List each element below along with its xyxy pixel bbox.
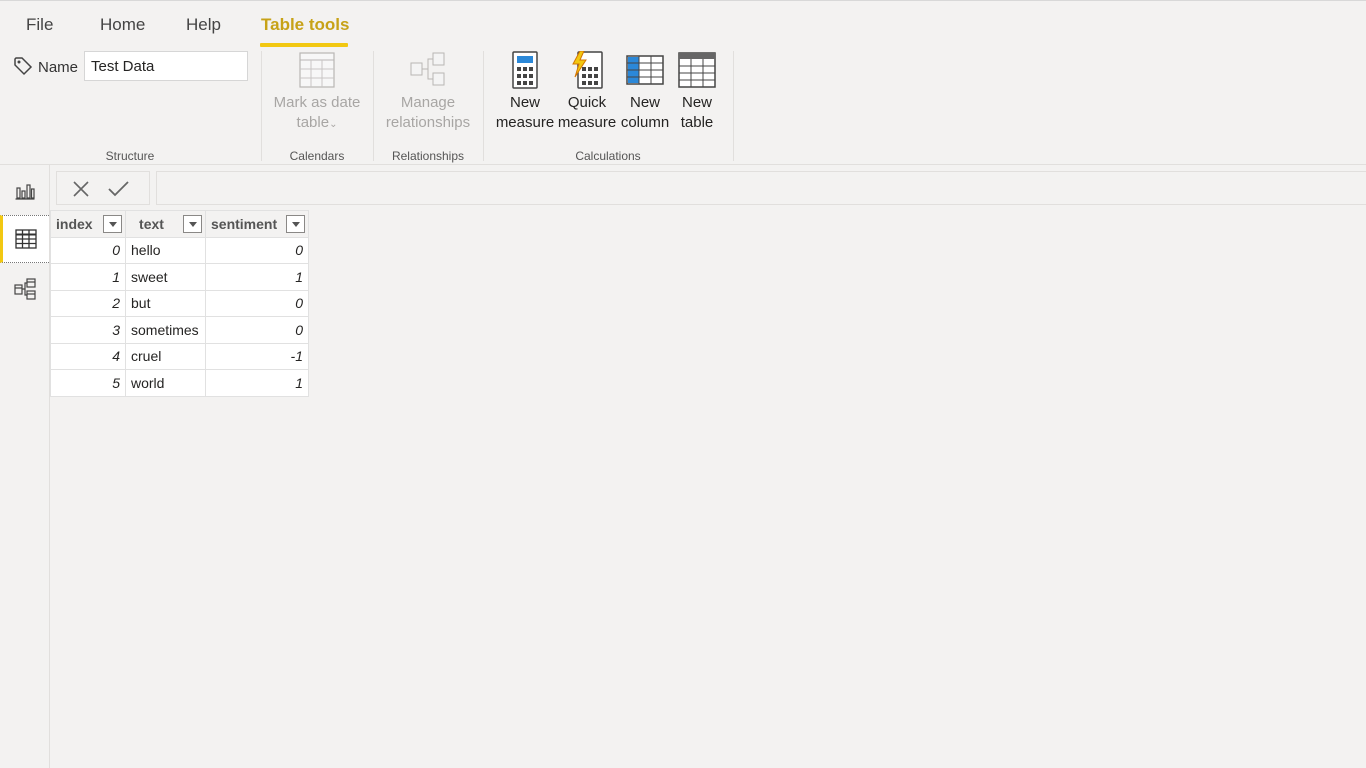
tag-icon <box>14 57 33 76</box>
quick-measure-button[interactable]: Quick measure <box>557 51 617 133</box>
cell-index[interactable]: 1 <box>50 263 126 291</box>
tab-home[interactable]: Home <box>100 15 145 35</box>
table-row: 4 cruel -1 <box>50 342 309 370</box>
mark-as-date-table-button: Mark as date table⌄ <box>270 51 364 135</box>
group-separator <box>261 51 262 161</box>
cancel-formula-icon[interactable] <box>70 179 92 199</box>
formula-input[interactable] <box>156 171 1366 205</box>
manage-label-1: Manage <box>400 94 456 111</box>
left-nav <box>0 165 50 768</box>
model-view-icon <box>13 278 36 300</box>
chevron-down-icon: ⌄ <box>329 119 338 130</box>
new-column-icon <box>626 55 664 85</box>
filter-dropdown-icon[interactable] <box>103 215 122 233</box>
cell-text[interactable]: but <box>125 289 206 317</box>
tab-table-tools[interactable]: Table tools <box>261 15 349 35</box>
column-header-text[interactable]: text <box>125 210 206 238</box>
cell-text[interactable]: sometimes <box>125 316 206 344</box>
table-row: 2 but 0 <box>50 289 309 317</box>
new-table-label-1: New <box>681 94 712 111</box>
table-row: 3 sometimes 0 <box>50 316 309 344</box>
table-header-row: index text sentiment <box>50 210 309 238</box>
cell-index[interactable]: 2 <box>50 289 126 317</box>
new-measure-button[interactable]: New measure <box>494 51 556 133</box>
column-header-label: sentiment <box>211 215 278 232</box>
group-separator <box>373 51 374 161</box>
formula-bar-buttons <box>56 171 150 205</box>
manage-relationships-button: Manage relationships <box>381 51 475 133</box>
relationships-icon <box>410 52 445 86</box>
table-row: 1 sweet 1 <box>50 263 309 291</box>
cell-sentiment[interactable]: -1 <box>205 342 309 370</box>
cell-sentiment[interactable]: 0 <box>205 236 309 264</box>
cell-text[interactable]: sweet <box>125 263 206 291</box>
data-view-icon <box>15 229 37 249</box>
cell-text[interactable]: world <box>125 369 206 397</box>
name-label: Name <box>38 59 79 76</box>
group-label-relationships: Relationships <box>391 149 465 163</box>
menu-bar: File Home Help Table tools <box>0 1 1366 47</box>
new-measure-label-1: New <box>509 94 540 111</box>
filter-dropdown-icon[interactable] <box>286 215 305 233</box>
new-column-button[interactable]: New column <box>618 51 672 133</box>
cell-sentiment[interactable]: 0 <box>205 289 309 317</box>
filter-dropdown-icon[interactable] <box>183 215 202 233</box>
cell-index[interactable]: 3 <box>50 316 126 344</box>
column-header-index[interactable]: index <box>50 210 126 238</box>
cell-text[interactable]: cruel <box>125 342 206 370</box>
cell-sentiment[interactable]: 0 <box>205 316 309 344</box>
cell-text[interactable]: hello <box>125 236 206 264</box>
ribbon: Name Structure Mark as date table⌄ Calen… <box>0 47 1366 165</box>
new-column-label-1: New <box>629 94 660 111</box>
cell-index[interactable]: 4 <box>50 342 126 370</box>
manage-label-2: relationships <box>385 114 471 131</box>
mark-as-date-label-1: Mark as date <box>273 94 361 111</box>
mark-as-date-label-2: table <box>296 114 330 131</box>
data-view-button[interactable] <box>0 215 49 263</box>
table-row: 5 world 1 <box>50 369 309 397</box>
commit-formula-icon[interactable] <box>107 179 129 199</box>
cell-index[interactable]: 5 <box>50 369 126 397</box>
group-separator <box>483 51 484 161</box>
column-header-label: text <box>139 215 164 232</box>
tab-help[interactable]: Help <box>186 15 221 35</box>
date-table-icon <box>299 52 335 88</box>
report-view-icon <box>15 184 35 200</box>
column-header-label: index <box>56 215 93 232</box>
quick-measure-label-2: measure <box>557 114 617 131</box>
group-label-structure: Structure <box>105 149 155 163</box>
table-row: 0 hello 0 <box>50 236 309 264</box>
model-view-button[interactable] <box>0 265 49 313</box>
cell-index[interactable]: 0 <box>50 236 126 264</box>
report-view-button[interactable] <box>0 167 49 215</box>
new-table-button[interactable]: New table <box>674 51 720 133</box>
new-table-label-2: table <box>680 114 714 131</box>
quick-measure-icon <box>572 51 603 89</box>
cell-sentiment[interactable]: 1 <box>205 369 309 397</box>
group-separator <box>733 51 734 161</box>
quick-measure-label-1: Quick <box>567 94 607 111</box>
group-label-calendars: Calendars <box>289 149 345 163</box>
new-column-label-2: column <box>620 114 670 131</box>
data-table: index text sentiment 0 hello 0 1 sweet 1… <box>50 210 309 397</box>
tab-file[interactable]: File <box>26 15 53 35</box>
group-label-calculations: Calculations <box>575 149 641 163</box>
table-name-input[interactable] <box>84 51 248 81</box>
new-measure-label-2: measure <box>495 114 555 131</box>
column-header-sentiment[interactable]: sentiment <box>205 210 309 238</box>
calculator-icon <box>512 51 538 89</box>
new-table-icon <box>678 52 716 88</box>
cell-sentiment[interactable]: 1 <box>205 263 309 291</box>
